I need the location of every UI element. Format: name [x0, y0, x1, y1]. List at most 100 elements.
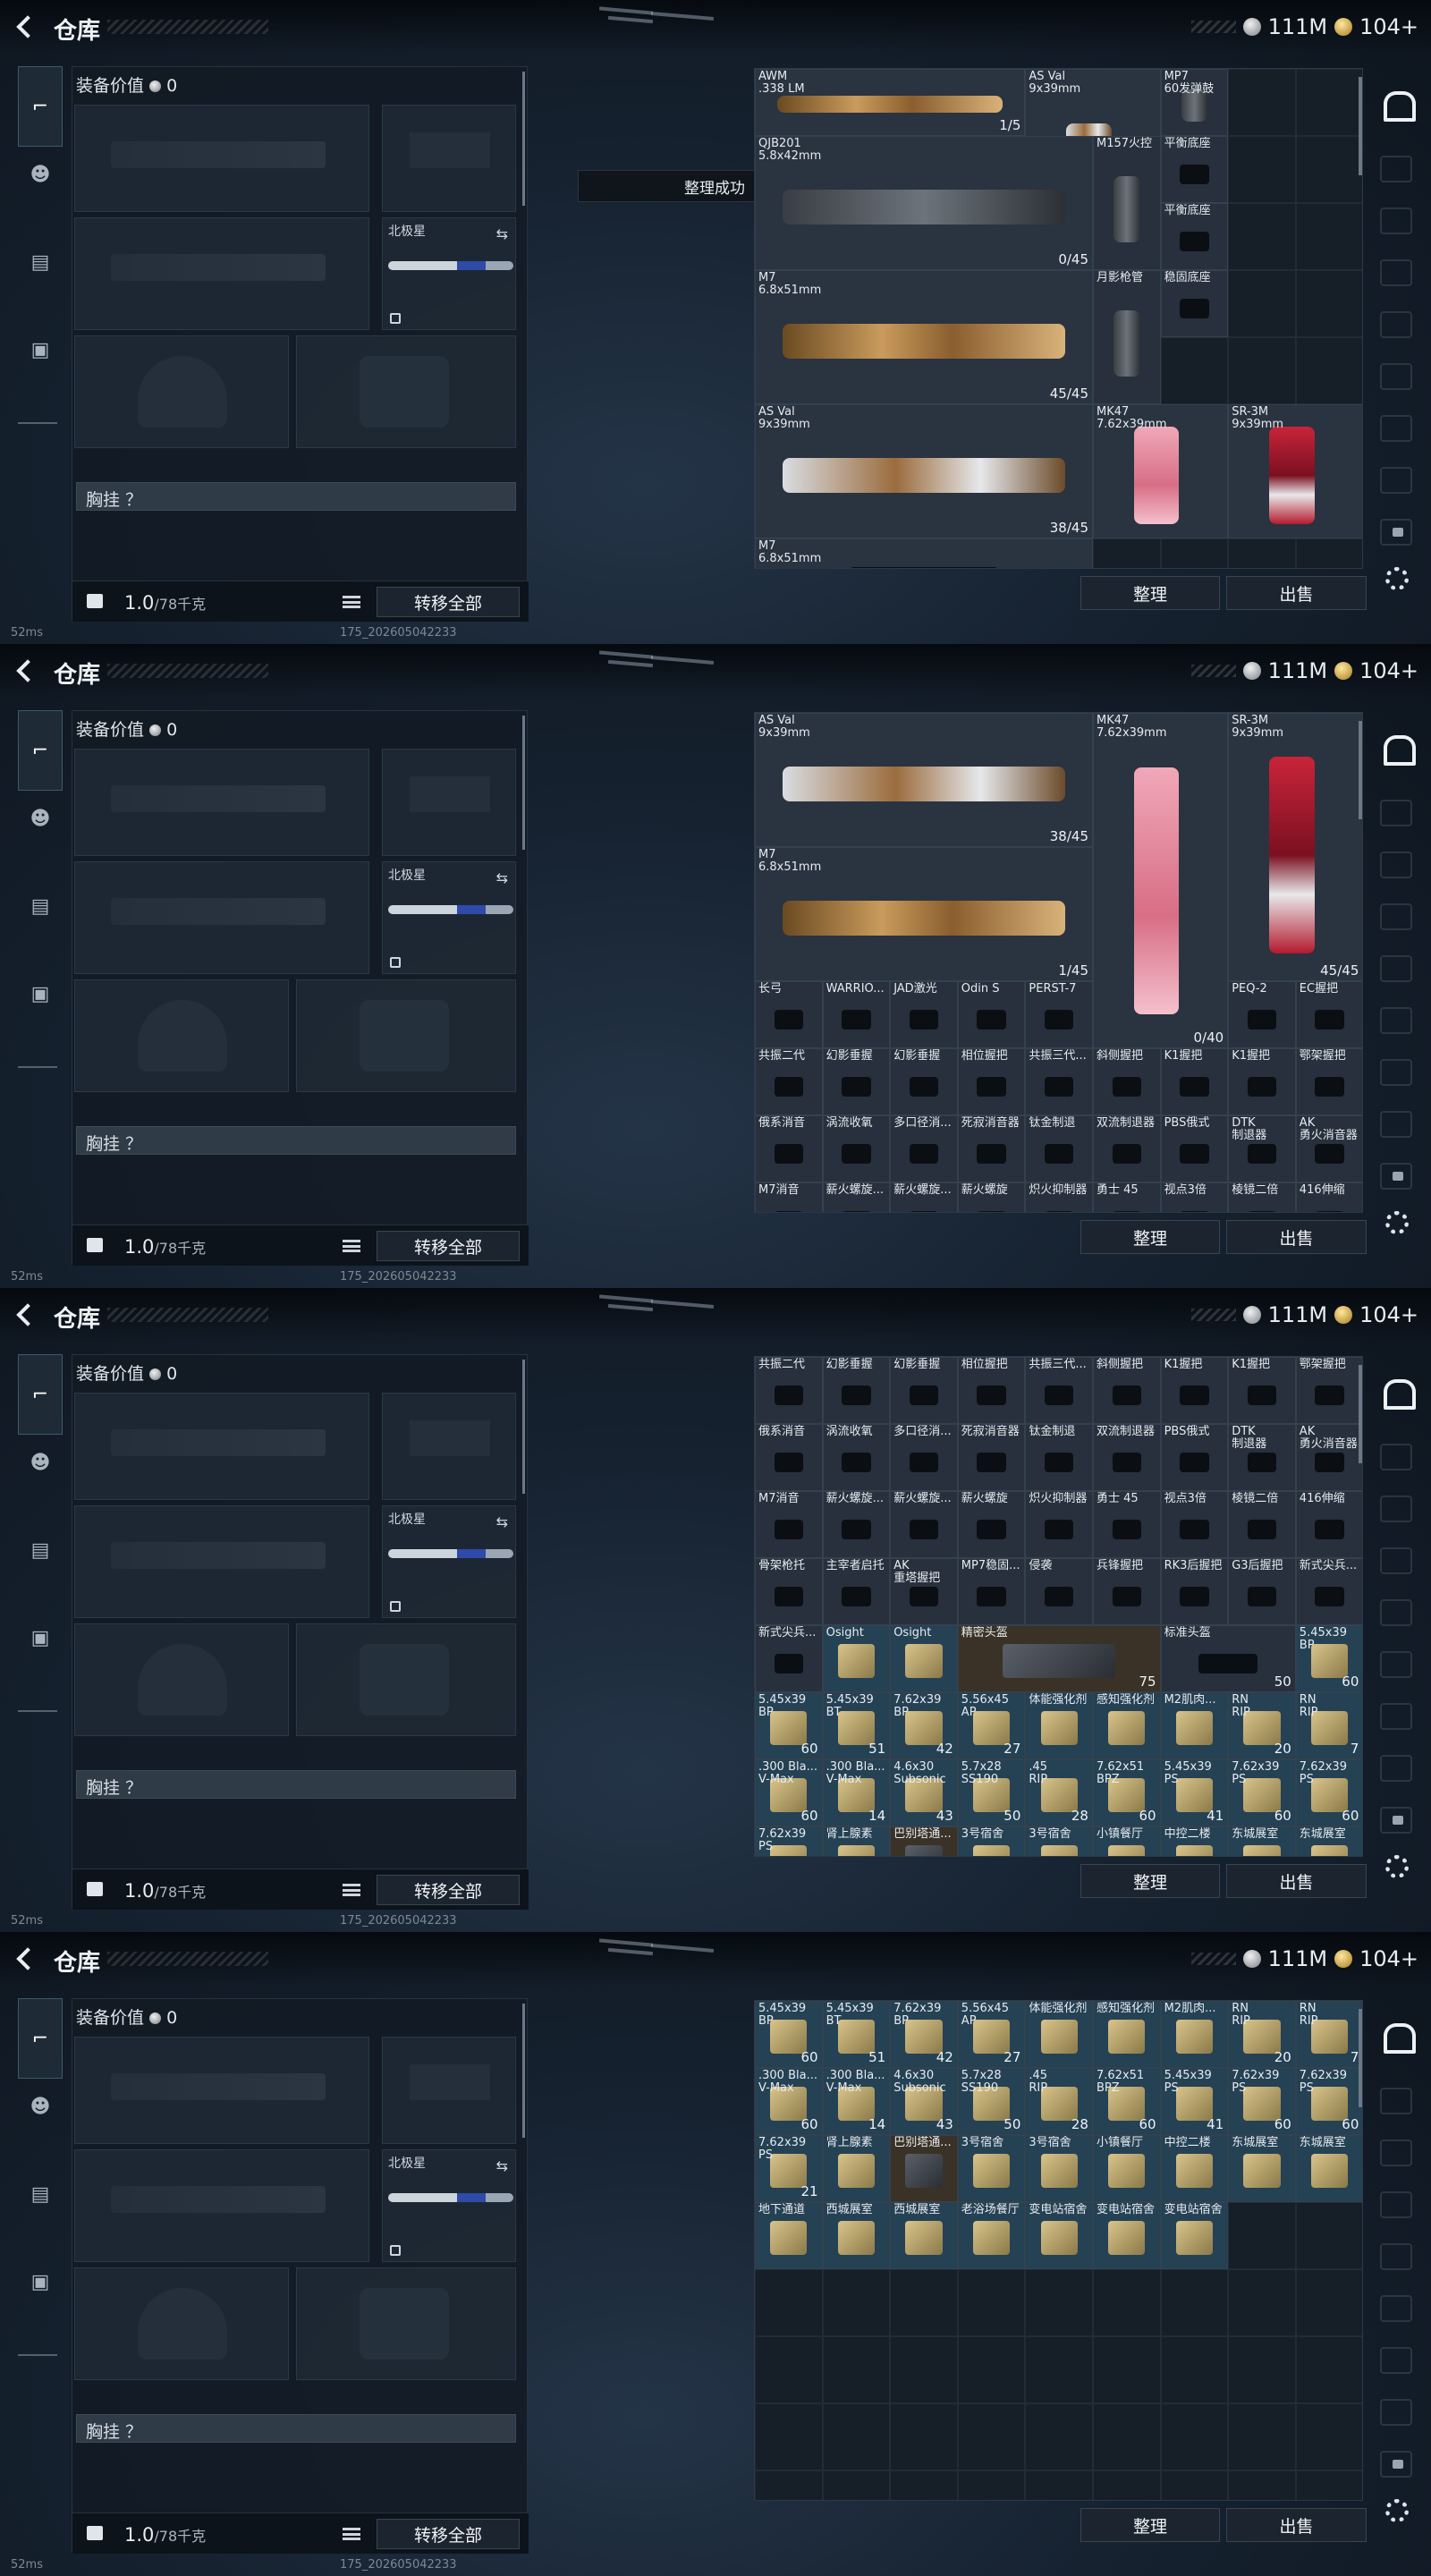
- sidebar-armor[interactable]: ▤: [18, 1528, 63, 1572]
- list-icon[interactable]: [343, 596, 360, 608]
- stash-item[interactable]: 涡流收氧: [822, 1424, 891, 1491]
- sidebar-rifle[interactable]: ⌐: [18, 1998, 63, 2079]
- stash-item[interactable]: 钛金制退: [1025, 1115, 1093, 1182]
- stash-item[interactable]: EC握把: [1295, 981, 1362, 1048]
- stash-item[interactable]: 长弓: [755, 981, 823, 1048]
- list-icon[interactable]: [343, 2528, 360, 2540]
- sidebar-rifle[interactable]: ⌐: [18, 1354, 63, 1435]
- stash-page-icon[interactable]: [1380, 2295, 1412, 2322]
- stash-item[interactable]: RN RIP 7: [1295, 1692, 1362, 1759]
- stash-item[interactable]: Odin S: [957, 981, 1026, 1048]
- stash-item[interactable]: 侵袭: [1025, 1558, 1093, 1625]
- stash-item[interactable]: 薪火螺旋...: [890, 1491, 958, 1558]
- sidebar-backpack[interactable]: ▣: [18, 327, 63, 372]
- stash-page-icon[interactable]: [1380, 1599, 1412, 1626]
- stash-item[interactable]: 钛金制退: [1025, 1424, 1093, 1491]
- stash-item[interactable]: 棱镜二倍: [1228, 1491, 1296, 1558]
- stash-tab-icon[interactable]: [1380, 2018, 1416, 2054]
- armor-slot[interactable]: [296, 1623, 516, 1736]
- stash-item[interactable]: AK 勇火消音器: [1295, 1115, 1362, 1182]
- stash-item[interactable]: 416伸缩: [1295, 1182, 1362, 1212]
- sell-button[interactable]: 出售: [1226, 576, 1367, 610]
- transfer-all-button[interactable]: 转移全部: [377, 2519, 520, 2549]
- stash-item[interactable]: 中控二楼: [1160, 2135, 1229, 2202]
- stash-item[interactable]: 幻影垂握: [890, 1048, 958, 1115]
- stash-item[interactable]: 变电站宿舍: [1025, 2202, 1093, 2269]
- stash-item[interactable]: 涡流收氧: [822, 1115, 891, 1182]
- settings-gear-icon[interactable]: [1385, 2499, 1409, 2522]
- stash-item[interactable]: 多口径消...: [890, 1424, 958, 1491]
- stash-item[interactable]: 勇士 45: [1093, 1491, 1161, 1558]
- stash-item[interactable]: .45 RIP 28: [1025, 1759, 1093, 1826]
- stash-item[interactable]: 小镇餐厅: [1093, 2135, 1161, 2202]
- stash-item[interactable]: .300 Bla... V-Max 60: [755, 1759, 823, 1826]
- back-button[interactable]: [13, 14, 38, 39]
- armor-slot[interactable]: [296, 2267, 516, 2380]
- sidebar-helmet[interactable]: ☻: [18, 152, 63, 197]
- stash-item[interactable]: 肾上腺素: [822, 1826, 891, 1856]
- stash-item[interactable]: MK47 7.62x39mm 0/40: [1093, 713, 1229, 1048]
- sidebar-rifle[interactable]: ⌐: [18, 66, 63, 147]
- stash-item[interactable]: 新式尖兵...: [755, 1625, 823, 1692]
- stash-page-icon[interactable]: [1380, 1755, 1412, 1782]
- stash-item[interactable]: 3号宿舍: [1025, 1826, 1093, 1856]
- melee-slot[interactable]: 北极星 ⇆: [382, 1505, 516, 1618]
- stash-item[interactable]: JAD激光: [890, 981, 958, 1048]
- loadout-scrollbar[interactable]: [522, 1360, 525, 1494]
- stash-page-icon[interactable]: [1380, 415, 1412, 442]
- stash-page-icon[interactable]: [1380, 2347, 1412, 2374]
- sidebar-armor[interactable]: ▤: [18, 884, 63, 928]
- stash-item[interactable]: 月影枪管: [1093, 270, 1161, 404]
- stash-item[interactable]: SR-3M 9x39mm 45/45: [1228, 713, 1362, 981]
- stash-item[interactable]: 感知强化剂: [1093, 2001, 1161, 2068]
- helmet-slot[interactable]: [74, 1623, 289, 1736]
- stash-item[interactable]: M7 6.8x51mm: [755, 538, 1093, 568]
- stash-tab-icon[interactable]: [1380, 1374, 1416, 1410]
- stash-item[interactable]: MP7稳固...: [957, 1558, 1026, 1625]
- stash-item[interactable]: RN RIP 7: [1295, 2001, 1362, 2068]
- sidebar-helmet[interactable]: ☻: [18, 796, 63, 841]
- stash-item[interactable]: AWM .338 LM 1/5: [755, 69, 1026, 136]
- sidebar-backpack[interactable]: ▣: [18, 1615, 63, 1660]
- stash-item[interactable]: 薪火螺旋: [957, 1491, 1026, 1558]
- stash-item[interactable]: 巴别塔通...: [890, 2135, 958, 2202]
- sidebar-helmet[interactable]: ☻: [18, 2084, 63, 2129]
- secondary-weapon-slot[interactable]: [74, 217, 369, 330]
- sidebar-armor[interactable]: ▤: [18, 240, 63, 284]
- settings-gear-icon[interactable]: [1385, 1211, 1409, 1234]
- sidebar-armor[interactable]: ▤: [18, 2172, 63, 2216]
- stash-item[interactable]: PBS俄式: [1160, 1115, 1229, 1182]
- stash-item[interactable]: .300 Bla... V-Max 14: [822, 1759, 891, 1826]
- stash-item[interactable]: 5.45x39 BP 60: [755, 2001, 823, 2068]
- stash-item[interactable]: 双流制退器: [1093, 1115, 1161, 1182]
- stash-item[interactable]: 薪火螺旋...: [822, 1491, 891, 1558]
- stash-item[interactable]: 斜侧握把: [1093, 1357, 1161, 1424]
- stash-page-icon[interactable]: [1380, 1651, 1412, 1678]
- stash-tab-icon[interactable]: [1380, 730, 1416, 766]
- sort-button[interactable]: 整理: [1080, 1864, 1220, 1898]
- stash-item[interactable]: K1握把: [1160, 1357, 1229, 1424]
- stash-item[interactable]: G3后握把: [1228, 1558, 1296, 1625]
- melee-slot[interactable]: 北极星 ⇆: [382, 2149, 516, 2262]
- stash-item[interactable]: 5.56x45 AP 27: [957, 1692, 1026, 1759]
- stash-page-icon[interactable]: [1380, 1547, 1412, 1574]
- stash-item[interactable]: 5.56x45 AP 27: [957, 2001, 1026, 2068]
- swap-icon[interactable]: ⇆: [496, 225, 508, 242]
- melee-slot[interactable]: 北极星 ⇆: [382, 217, 516, 330]
- stash-item[interactable]: 巴别塔通...: [890, 1826, 958, 1856]
- stash-item[interactable]: 棱镜二倍: [1228, 1182, 1296, 1212]
- stash-item[interactable]: 骨架枪托: [755, 1558, 823, 1625]
- primary-weapon-slot[interactable]: [74, 105, 369, 212]
- stash-scrollbar[interactable]: [1359, 2009, 1362, 2107]
- sell-button[interactable]: 出售: [1226, 1864, 1367, 1898]
- primary-weapon-slot[interactable]: [74, 749, 369, 856]
- stash-item[interactable]: 新式尖兵...: [1295, 1558, 1362, 1625]
- stash-item[interactable]: 中控二楼: [1160, 1826, 1229, 1856]
- stash-item[interactable]: 薪火螺旋: [957, 1182, 1026, 1212]
- stash-item[interactable]: 幻影垂握: [822, 1357, 891, 1424]
- loadout-scrollbar[interactable]: [522, 716, 525, 850]
- stash-item[interactable]: 变电站宿舍: [1160, 2202, 1229, 2269]
- stash-item[interactable]: M7消音: [755, 1491, 823, 1558]
- stash-item[interactable]: 7.62x39 BP 42: [890, 2001, 958, 2068]
- stash-item[interactable]: 薪火螺旋...: [822, 1182, 891, 1212]
